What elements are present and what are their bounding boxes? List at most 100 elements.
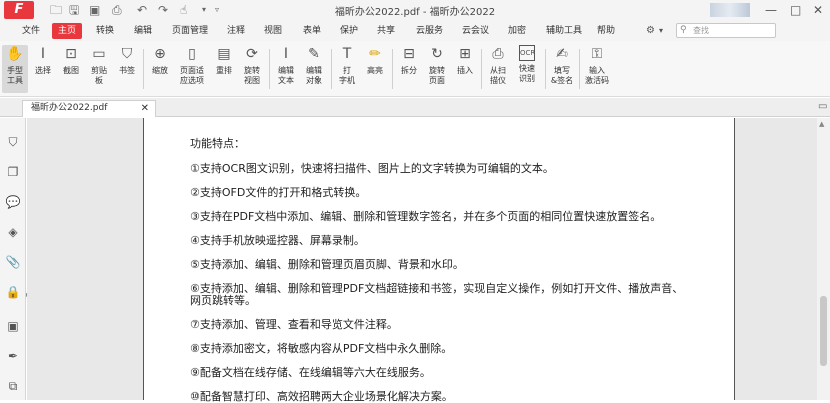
close-button[interactable]: ✕ (813, 2, 823, 18)
divider (392, 49, 393, 89)
menu-cloud-service[interactable]: 云服务 (410, 23, 449, 39)
search-input[interactable]: ⚲ 查找 (676, 23, 776, 38)
ocr-icon: OCR (519, 45, 535, 61)
content-icon[interactable]: ⧉ (5, 378, 21, 394)
chevron-down-icon[interactable]: ▾ (659, 23, 663, 39)
insert-tool-button[interactable]: ⊞ 插入 (453, 45, 477, 76)
from-scanner-tool-button[interactable]: ⎙ 从扫 描仪 (485, 45, 511, 86)
rotate-page-tool-label: 旋转 页面 (429, 66, 445, 85)
zoom-tool-label: 缩放 (152, 66, 168, 75)
feature-line: ⑥支持添加、编辑、删除和管理PDF文档超链接和书签，实现自定义操作，例如打开文件… (190, 282, 684, 295)
hand-icon: ✋ (6, 46, 24, 62)
panel-toggle-icon[interactable]: ▭ (818, 101, 827, 112)
feature-line: ③支持在PDF文档中添加、编辑、删除和管理数字签名，并在多个页面的相同位置快速放… (190, 210, 662, 223)
menu-accessibility[interactable]: 辅助工具 (540, 23, 588, 39)
feature-line: 网页跳转等。 (190, 294, 256, 307)
menu-annotate[interactable]: 注释 (221, 23, 251, 39)
divider (143, 49, 144, 89)
search-placeholder: 查找 (693, 26, 709, 35)
snapshot-icon: ⊡ (65, 46, 77, 62)
comment-icon[interactable]: 💬 (5, 194, 21, 210)
document-canvas: 功能特点： ①支持OCR图文识别，快速将扫描件、图片上的文字转换为可编辑的文本。… (27, 118, 817, 403)
clipboard-tool-button[interactable]: ▭ 剪贴 板 (87, 45, 111, 86)
divider (331, 49, 332, 89)
bookmark-tool-button[interactable]: ⛉ 书签 (115, 45, 139, 76)
select-tool-label: 选择 (35, 66, 51, 75)
split-tool-button[interactable]: ⊟ 拆分 (397, 45, 421, 76)
pages-icon[interactable]: ❐ (5, 164, 21, 180)
split-tool-label: 拆分 (401, 66, 417, 75)
user-avatar[interactable] (710, 3, 750, 17)
fill-sign-tool-button[interactable]: ✍ 填写 &签名 (548, 45, 576, 86)
document-tab-bar: 福昕办公2022.pdf ✕ (0, 98, 830, 117)
search-icon: ⚲ (680, 25, 687, 35)
fit-page-tool-label: 页面适 应选项 (180, 66, 204, 85)
bookmark-icon[interactable]: ⛉ (5, 134, 21, 150)
zoom-tool-button[interactable]: ⊕ 缩放 (148, 45, 172, 76)
divider (481, 49, 482, 89)
scroll-up-icon[interactable]: ▲ (819, 120, 824, 128)
window-title: 福昕办公2022.pdf - 福昕办公2022 (334, 7, 496, 18)
reflow-tool-button[interactable]: ▤ 重排 (212, 45, 236, 76)
select-tool-button[interactable]: Ⅰ 选择 (32, 45, 54, 76)
feature-line: ②支持OFD文件的打开和格式转换。 (190, 186, 367, 199)
edit-text-tool-button[interactable]: Ⅰ 编辑 文本 (274, 45, 298, 86)
menu-view[interactable]: 视图 (258, 23, 288, 39)
feature-line: ⑤支持添加、编辑、删除和管理页眉页脚、背景和水印。 (190, 258, 464, 271)
attachment-icon[interactable]: 📎 (5, 254, 21, 270)
menu-share[interactable]: 共享 (371, 23, 401, 39)
activation-code-tool-button[interactable]: ⚿ 输入 激活码 (582, 45, 612, 86)
feature-line: ⑨配备文档在线存储、在线编辑等六大在线服务。 (190, 366, 431, 379)
left-navigation-panel: ⛉ ❐ 💬 ◈ 📎 🔒 ▣ ✒ ⧉ (0, 118, 26, 400)
menu-convert[interactable]: 转换 (90, 23, 120, 39)
vertical-scrollbar[interactable]: ▲ (817, 118, 830, 400)
menu-cloud-meeting[interactable]: 云会议 (456, 23, 495, 39)
edit-object-tool-button[interactable]: ✎ 编辑 对象 (301, 45, 327, 86)
typewriter-icon: T (342, 46, 352, 62)
rotate-page-tool-button[interactable]: ↻ 旋转 页面 (424, 45, 450, 86)
hand-tool-button[interactable]: ✋ 手型 工具 (2, 45, 28, 93)
scanner-icon: ⎙ (492, 46, 504, 62)
section-heading: 功能特点： (190, 137, 245, 150)
signature-icon[interactable]: ✒ (5, 348, 21, 364)
quick-ocr-tool-label: 快速 识别 (519, 64, 535, 83)
insert-icon: ⊞ (459, 46, 471, 62)
menu-home[interactable]: 主页 (52, 23, 83, 39)
menu-edit[interactable]: 编辑 (128, 23, 158, 39)
edit-object-icon: ✎ (308, 46, 320, 62)
menu-page-manage[interactable]: 页面管理 (166, 23, 214, 39)
gear-icon[interactable]: ⚙ (646, 23, 655, 39)
feature-line: ⑦支持添加、管理、查看和导览文件注释。 (190, 318, 398, 331)
menu-file[interactable]: 文件 (16, 23, 46, 39)
scrollbar-thumb[interactable] (820, 296, 827, 366)
fit-page-tool-button[interactable]: ▯ 页面适 应选项 (175, 45, 209, 86)
menu-form[interactable]: 表单 (297, 23, 327, 39)
reflow-tool-label: 重排 (216, 66, 232, 75)
divider (545, 49, 546, 89)
typewriter-tool-button[interactable]: T 打 字机 (336, 45, 358, 86)
rotate-page-icon: ↻ (431, 46, 443, 62)
highlight-tool-button[interactable]: ✏ 高亮 (363, 45, 387, 76)
maximize-button[interactable]: □ (790, 2, 801, 18)
minimize-button[interactable]: — (765, 2, 777, 18)
pdf-page: 功能特点： ①支持OCR图文识别，快速将扫描件、图片上的文字转换为可编辑的文本。… (143, 118, 735, 403)
form-icon[interactable]: ▣ (5, 318, 21, 334)
quick-ocr-tool-button[interactable]: OCR 快速 识别 (514, 45, 540, 84)
menu-protect[interactable]: 保护 (334, 23, 364, 39)
feature-line: ④支持手机放映遥控器、屏幕录制。 (190, 234, 365, 247)
ribbon-toolbar: ✋ 手型 工具 Ⅰ 选择 ⊡ 截图 ▭ 剪贴 板 ⛉ 书签 ⊕ 缩放 ▯ 页面适… (0, 41, 830, 97)
menu-encrypt[interactable]: 加密 (502, 23, 532, 39)
menu-help[interactable]: 帮助 (591, 23, 621, 39)
reflow-icon: ▤ (217, 46, 231, 62)
rotate-view-tool-button[interactable]: ⟳ 旋转 视图 (239, 45, 265, 86)
document-tab[interactable]: 福昕办公2022.pdf ✕ (22, 100, 156, 117)
divider (269, 49, 270, 89)
security-icon[interactable]: 🔒 (5, 284, 21, 300)
activation-code-tool-label: 输入 激活码 (585, 66, 609, 85)
snapshot-tool-button[interactable]: ⊡ 截图 (59, 45, 83, 76)
close-tab-icon[interactable]: ✕ (141, 101, 149, 116)
layers-icon[interactable]: ◈ (5, 224, 21, 240)
text-select-icon: Ⅰ (40, 46, 46, 62)
bookmark-icon: ⛉ (121, 46, 133, 62)
fit-page-icon: ▯ (188, 46, 196, 62)
